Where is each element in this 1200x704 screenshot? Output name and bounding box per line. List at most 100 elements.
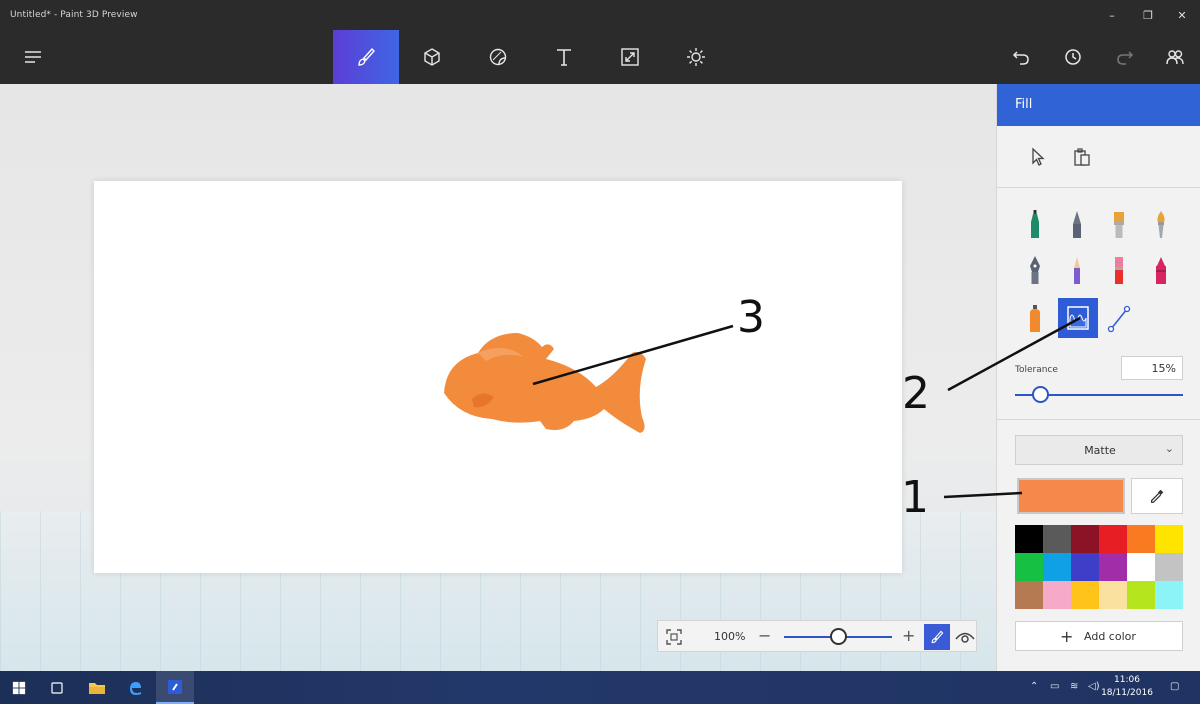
spray-can-tool[interactable] (1015, 298, 1055, 338)
volume-icon[interactable]: ◁) (1088, 681, 1100, 692)
zoom-bar: 100% − + (657, 620, 977, 652)
color-swatch[interactable] (1155, 525, 1183, 553)
edge-icon (130, 681, 141, 695)
eyedropper-button[interactable] (1131, 478, 1183, 514)
eraser-icon (1115, 257, 1123, 284)
tolerance-input[interactable]: 15% (1121, 356, 1183, 380)
remix-community-button[interactable] (1150, 30, 1200, 84)
select-button[interactable] (1027, 146, 1049, 168)
art-tools-button[interactable] (333, 30, 399, 84)
calligraphy-pen-tool[interactable] (1057, 204, 1097, 244)
eyedropper-icon (1150, 489, 1164, 503)
redo-button[interactable] (1100, 30, 1150, 84)
add-color-label: Add color (1084, 630, 1136, 643)
color-swatch[interactable] (1043, 525, 1071, 553)
minimize-button[interactable]: – (1104, 8, 1120, 24)
fish-drawing[interactable] (94, 181, 902, 573)
notifications-icon[interactable]: ▢ (1170, 681, 1179, 692)
pencil-icon (1074, 257, 1080, 284)
view-3d-button[interactable] (954, 626, 976, 648)
color-swatch[interactable] (1071, 525, 1099, 553)
task-view-button[interactable] (38, 671, 76, 704)
color-swatch[interactable] (1127, 553, 1155, 581)
text-button[interactable] (531, 30, 597, 84)
brush-icon (931, 630, 944, 644)
start-button[interactable] (0, 671, 38, 704)
color-swatch[interactable] (1015, 581, 1043, 609)
color-swatch[interactable] (1127, 581, 1155, 609)
color-swatch[interactable] (1099, 553, 1127, 581)
crayon-icon (1156, 257, 1166, 284)
window-title: Untitled* - Paint 3D Preview (10, 10, 138, 20)
canvas-button[interactable] (597, 30, 663, 84)
color-swatch[interactable] (1071, 553, 1099, 581)
color-swatch[interactable] (1043, 553, 1071, 581)
clipboard-icon (1074, 148, 1090, 166)
watercolor-tool[interactable] (1141, 204, 1181, 244)
title-bar: Untitled* - Paint 3D Preview – ❐ ✕ (0, 0, 1200, 30)
pencil-tool[interactable] (1057, 250, 1097, 290)
fit-to-screen-button[interactable] (664, 627, 684, 647)
color-swatch[interactable] (1071, 581, 1099, 609)
battery-icon[interactable]: ▭ (1050, 681, 1059, 692)
brush-icon (358, 47, 375, 66)
finish-dropdown[interactable]: Matte ⌄ (1015, 435, 1183, 465)
color-swatch[interactable] (1099, 525, 1127, 553)
pixel-pen-tool[interactable] (1015, 250, 1055, 290)
stickers-button[interactable] (465, 30, 531, 84)
eraser-tool[interactable] (1099, 250, 1139, 290)
finish-value: Matte (1084, 444, 1116, 457)
close-button[interactable]: ✕ (1174, 8, 1190, 24)
annotation-label-2: 2 (902, 368, 930, 419)
annotation-label-3: 3 (737, 292, 765, 343)
history-button[interactable] (1048, 30, 1098, 84)
tolerance-label: Tolerance (1015, 365, 1058, 375)
panel-header: Fill (997, 84, 1200, 126)
clock-date: 18/11/2016 (1101, 688, 1153, 698)
oil-brush-tool[interactable] (1099, 204, 1139, 244)
panel-divider (997, 419, 1200, 420)
color-swatch[interactable] (1043, 581, 1071, 609)
zoom-in-button[interactable]: + (902, 626, 915, 645)
watercolor-icon (1157, 211, 1165, 238)
current-color-swatch[interactable] (1017, 478, 1125, 514)
color-swatch[interactable] (1127, 525, 1155, 553)
color-swatch[interactable] (1155, 553, 1183, 581)
brush-view-button[interactable] (924, 624, 950, 650)
chevron-up-icon[interactable]: ⌃ (1030, 681, 1038, 692)
crayon-tool[interactable] (1141, 250, 1181, 290)
paste-button[interactable] (1071, 146, 1093, 168)
line-tool[interactable] (1099, 298, 1139, 338)
windows-logo-icon (12, 681, 26, 694)
zoom-out-button[interactable]: − (758, 626, 771, 645)
paint3d-icon (168, 679, 182, 694)
menu-button[interactable] (0, 30, 66, 84)
marker-tool[interactable] (1015, 204, 1055, 244)
clock-time: 11:06 (1114, 675, 1140, 685)
spray-can-icon (1030, 305, 1040, 332)
panel-title: Fill (1015, 97, 1033, 112)
file-explorer-button[interactable] (78, 671, 116, 704)
color-swatch[interactable] (1015, 553, 1043, 581)
calligraphy-pen-icon (1073, 211, 1081, 238)
tolerance-slider-thumb[interactable] (1032, 386, 1050, 403)
undo-button[interactable] (996, 30, 1046, 84)
canvas-resize-icon (621, 48, 639, 66)
clock[interactable]: 11:06 18/11/2016 (1100, 674, 1154, 700)
marker-icon (1031, 210, 1039, 238)
drawing-canvas[interactable] (94, 181, 902, 573)
wifi-icon[interactable]: ≋ (1070, 681, 1078, 692)
color-swatch[interactable] (1015, 525, 1043, 553)
color-swatch[interactable] (1155, 581, 1183, 609)
add-color-button[interactable]: + Add color (1015, 621, 1183, 651)
color-swatch[interactable] (1099, 581, 1127, 609)
edge-button[interactable] (116, 671, 154, 704)
fill-tool[interactable] (1058, 298, 1098, 338)
zoom-slider-thumb[interactable] (830, 628, 847, 645)
effects-button[interactable] (663, 30, 729, 84)
3d-objects-button[interactable] (399, 30, 465, 84)
restore-button[interactable]: ❐ (1140, 8, 1156, 24)
history-icon (1065, 49, 1081, 65)
paint3d-taskbar-button[interactable] (156, 671, 194, 704)
plus-icon: + (1060, 627, 1074, 646)
